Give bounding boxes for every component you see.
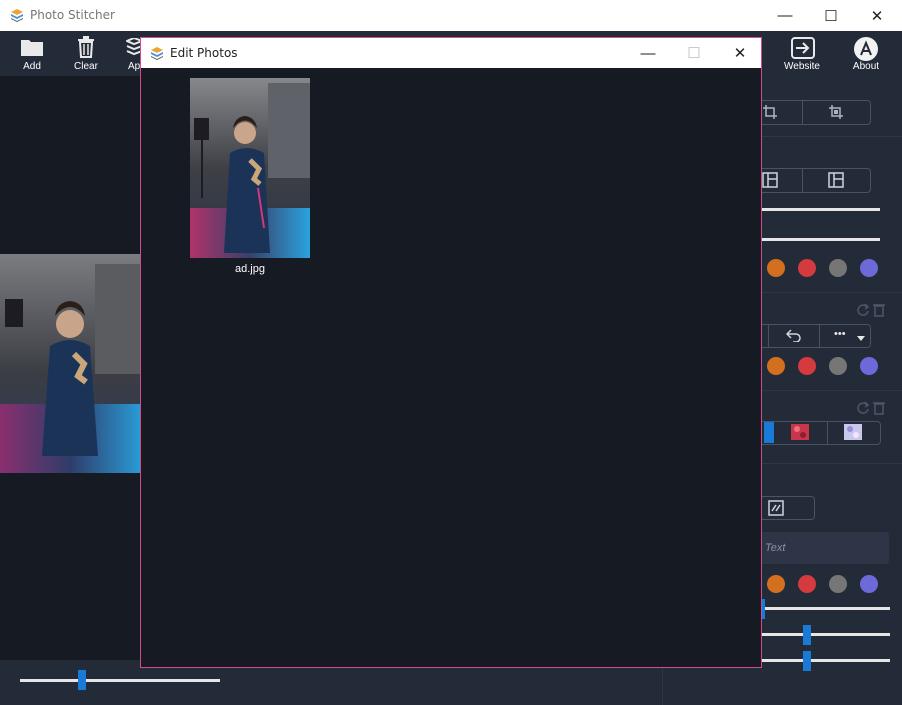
- color-orange[interactable]: [767, 259, 785, 277]
- color-purple[interactable]: [860, 357, 878, 375]
- color-red[interactable]: [798, 259, 816, 277]
- edit-photos-dialog: Edit Photos — ☐ ✕ ad.jpg: [140, 37, 762, 668]
- close-button[interactable]: ✕: [854, 0, 900, 31]
- dialog-body: ad.jpg: [141, 68, 761, 667]
- dialog-title-bar: Edit Photos — ☐ ✕: [141, 38, 761, 68]
- color-gray[interactable]: [829, 259, 847, 277]
- color-red[interactable]: [798, 575, 816, 593]
- segment-divider: [819, 324, 820, 348]
- segment-divider: [802, 100, 803, 125]
- app-title: Photo Stitcher: [30, 8, 115, 22]
- layout-right-icon[interactable]: [828, 172, 844, 188]
- color-gray[interactable]: [829, 575, 847, 593]
- crop-alt-icon[interactable]: [828, 104, 844, 120]
- dialog-title: Edit Photos: [170, 46, 238, 60]
- trash-icon: [78, 36, 94, 58]
- folder-icon: [21, 40, 43, 56]
- segment-divider: [802, 168, 803, 193]
- more-options-button[interactable]: •••: [834, 328, 846, 340]
- segment-divider: [827, 421, 828, 445]
- about-button[interactable]: About: [844, 35, 888, 75]
- undo-icon[interactable]: [786, 328, 802, 342]
- layout-left-icon[interactable]: [762, 172, 778, 188]
- dialog-maximize-button: ☐: [687, 45, 701, 62]
- text-style-segment: [755, 496, 815, 520]
- add-label: Add: [23, 61, 41, 72]
- delete-icon[interactable]: [873, 401, 885, 415]
- zoom-slider-thumb[interactable]: [78, 670, 86, 690]
- exit-arrow-icon: [791, 37, 815, 59]
- color-purple[interactable]: [860, 259, 878, 277]
- color-red[interactable]: [798, 357, 816, 375]
- zoom-slider-track[interactable]: [20, 679, 220, 682]
- position-slider[interactable]: [760, 659, 890, 662]
- clear-label: Clear: [74, 61, 98, 72]
- minimize-button[interactable]: —: [762, 0, 808, 31]
- color-gray[interactable]: [829, 357, 847, 375]
- color-orange[interactable]: [767, 357, 785, 375]
- crop-icon[interactable]: [762, 104, 778, 120]
- ap-button[interactable]: Ap: [118, 35, 142, 75]
- dialog-close-button[interactable]: ✕: [717, 38, 763, 68]
- clear-button[interactable]: Clear: [64, 35, 108, 75]
- delete-icon[interactable]: [873, 303, 885, 317]
- color-orange[interactable]: [767, 575, 785, 593]
- text-input[interactable]: Text: [752, 532, 889, 564]
- website-button[interactable]: Website: [780, 35, 824, 75]
- reset-icon[interactable]: [856, 401, 870, 415]
- dropdown-arrow-icon[interactable]: [857, 336, 865, 342]
- segment-divider: [768, 324, 769, 348]
- app-logo-icon: [11, 9, 23, 22]
- dialog-logo-icon: [151, 47, 163, 60]
- text-input-placeholder: Text: [765, 542, 786, 554]
- add-button[interactable]: Add: [10, 35, 54, 75]
- website-label: Website: [784, 61, 820, 72]
- text-style-icon[interactable]: [768, 500, 784, 516]
- reset-icon[interactable]: [856, 303, 870, 317]
- color-purple[interactable]: [860, 575, 878, 593]
- photo-thumbnail[interactable]: [190, 78, 310, 258]
- edit-segment: [755, 324, 871, 348]
- opacity-thumb[interactable]: [803, 625, 811, 645]
- opacity-slider[interactable]: [760, 633, 890, 636]
- main-title-bar: Photo Stitcher — ☐ ✕: [0, 0, 902, 32]
- texture-red-icon[interactable]: [791, 424, 809, 440]
- maximize-button[interactable]: ☐: [808, 0, 854, 31]
- spacing-slider[interactable]: [760, 208, 880, 211]
- about-logo-icon: [854, 37, 878, 61]
- position-thumb[interactable]: [803, 651, 811, 671]
- preview-photo: [0, 254, 141, 473]
- texture-light-icon[interactable]: [844, 424, 862, 440]
- font-size-slider[interactable]: [760, 607, 890, 610]
- dialog-minimize-button[interactable]: —: [625, 38, 671, 68]
- photo-filename: ad.jpg: [235, 263, 265, 275]
- background-selected[interactable]: [764, 422, 774, 443]
- about-label: About: [852, 61, 880, 72]
- border-slider[interactable]: [760, 238, 880, 241]
